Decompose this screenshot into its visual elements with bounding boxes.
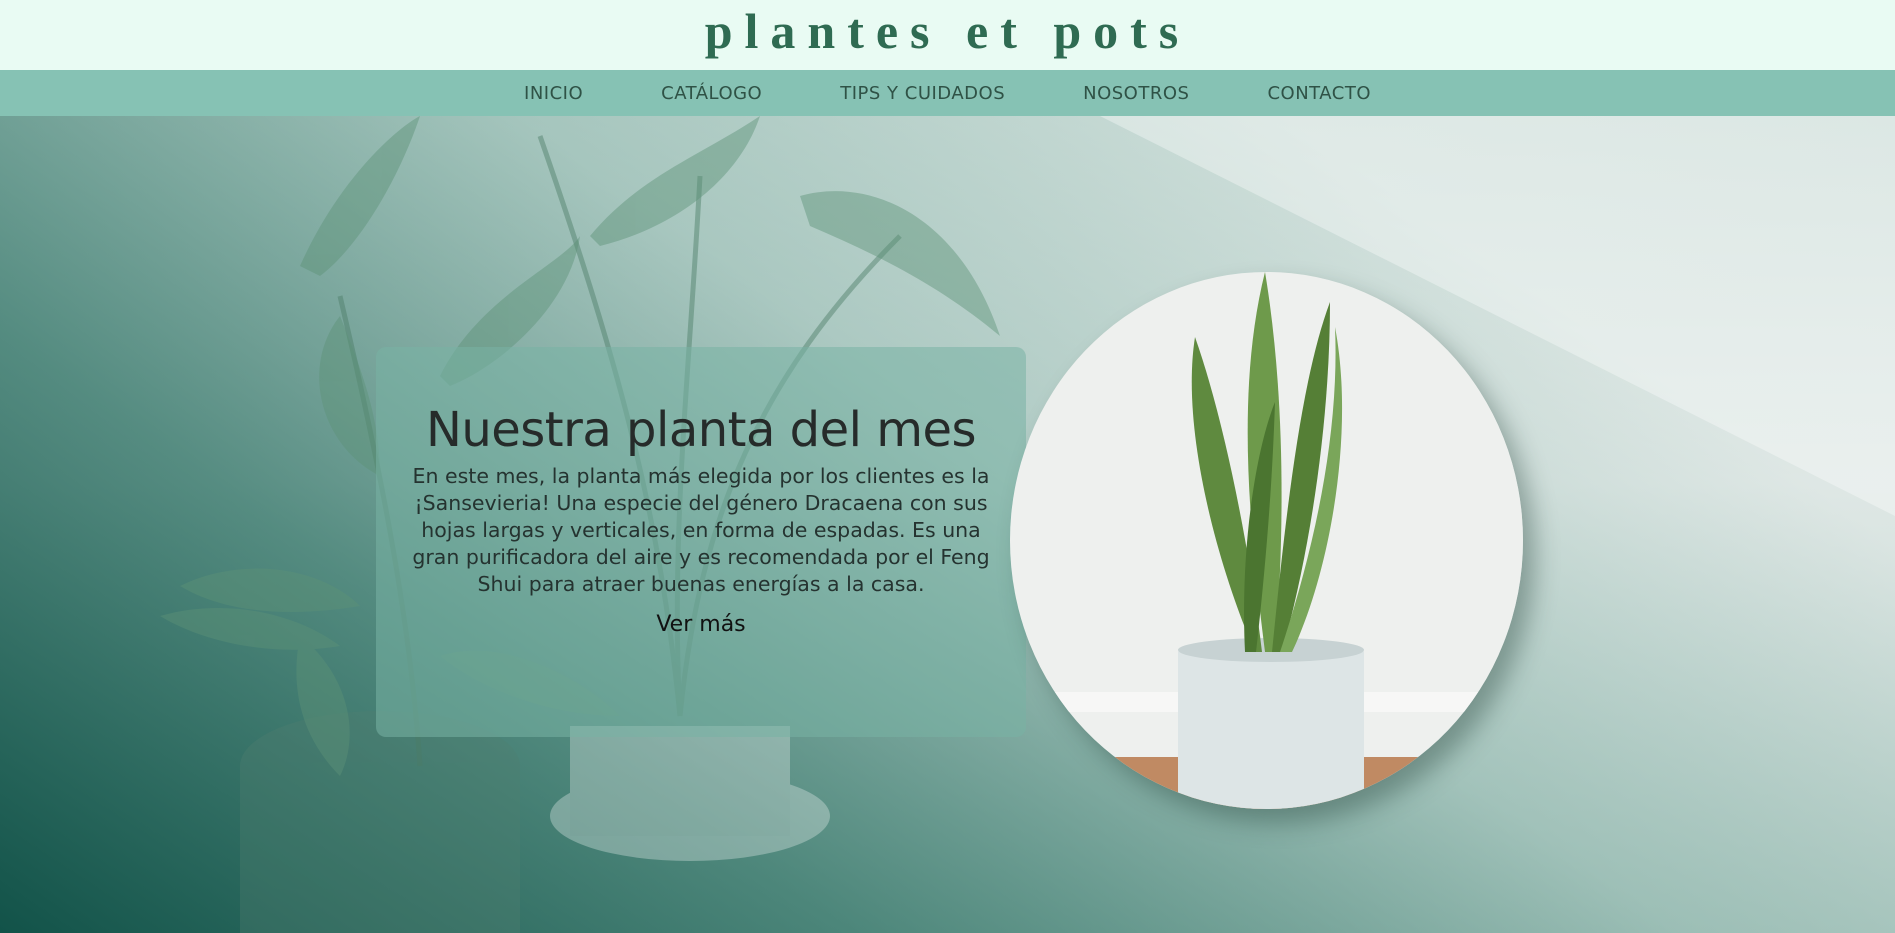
hero-section: Nuestra planta del mes En este mes, la p…	[0, 116, 1895, 933]
nav-item-inicio[interactable]: INICIO	[524, 83, 583, 104]
plant-of-month-description: En este mes, la planta más elegida por l…	[412, 463, 990, 596]
brand-logo[interactable]: plantes et pots	[705, 2, 1191, 60]
sansevieria-image	[1010, 272, 1523, 809]
nav-item-catalogo[interactable]: CATÁLOGO	[661, 83, 762, 104]
site-header: plantes et pots	[0, 0, 1895, 70]
see-more-link[interactable]: Ver más	[656, 612, 745, 637]
nav-item-tips[interactable]: TIPS Y CUIDADOS	[840, 83, 1005, 104]
nav-item-contacto[interactable]: CONTACTO	[1267, 83, 1371, 104]
plant-of-month-card: Nuestra planta del mes En este mes, la p…	[376, 347, 1026, 737]
plant-of-month-title: Nuestra planta del mes	[425, 402, 977, 458]
nav-item-nosotros[interactable]: NOSOTROS	[1083, 83, 1189, 104]
main-nav: INICIO CATÁLOGO TIPS Y CUIDADOS NOSOTROS…	[0, 70, 1895, 116]
sansevieria-photo	[1010, 272, 1523, 809]
